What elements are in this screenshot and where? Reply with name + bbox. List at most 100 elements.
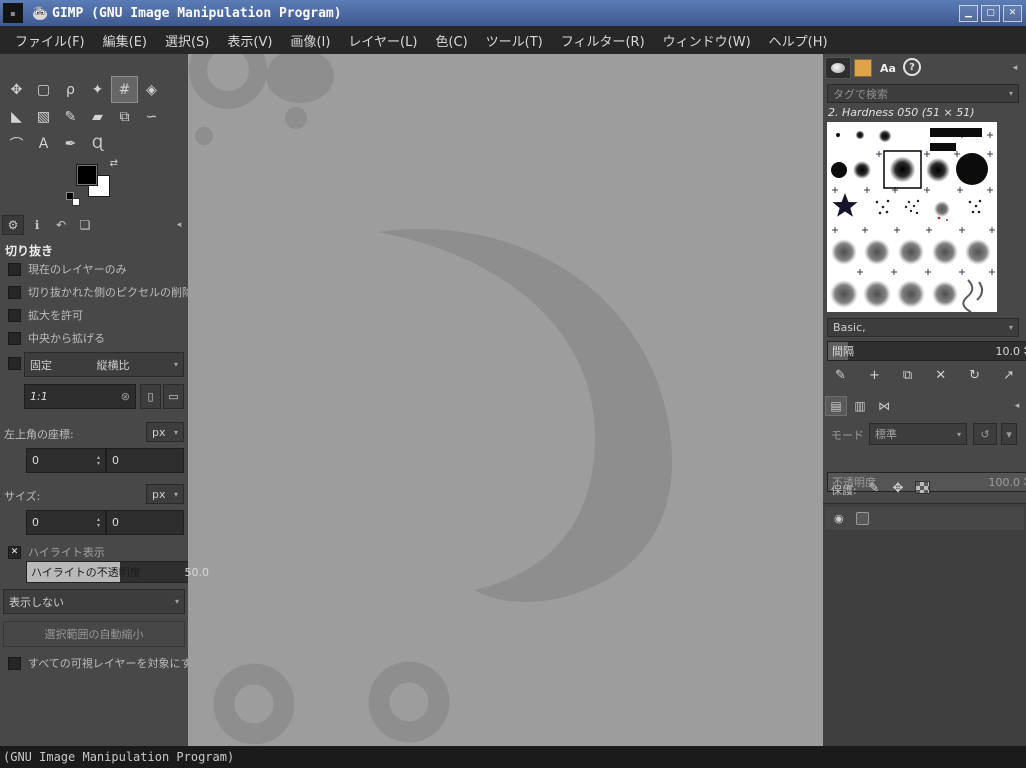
tool-free-select[interactable]: ρ [57,76,84,103]
refresh-brushes-button[interactable]: ↻ [969,368,980,383]
help-tab[interactable]: ? [903,58,921,76]
option-expand-from-center[interactable]: 中央から拡げる [0,329,188,347]
minimize-button[interactable]: ▁ [959,4,978,22]
layer-opacity-slider[interactable]: 不透明度 100.0 ▴▾ [827,472,1026,492]
checkbox-checked[interactable]: ✕ [8,545,21,559]
layer-row[interactable]: ◉ [825,507,1024,530]
tab-channels[interactable]: ▥ [849,396,871,416]
size-unit-combo[interactable]: px ▾ [146,484,184,504]
menu-colors[interactable]: 色(C) [426,31,476,50]
configure-tab-button[interactable]: ◂ [172,217,186,233]
position-y-input[interactable]: 0 [106,448,184,473]
checkbox[interactable] [8,285,21,299]
position-unit-combo[interactable]: px ▾ [146,422,184,442]
tool-ink[interactable]: ✒ [57,130,84,157]
brushes-tab[interactable] [825,57,851,79]
aspect-ratio-input[interactable]: 1:1 ⊗ [24,384,136,409]
foreground-color-swatch[interactable] [76,164,98,186]
tool-clone[interactable]: ⧉ [111,103,138,130]
option-current-layer-only[interactable]: 現在のレイヤーのみ [0,260,188,278]
auto-shrink-button[interactable]: 選択範囲の自動縮小 [3,621,185,647]
tool-unified-transform[interactable]: ◈ [138,76,165,103]
brushes-configure-button[interactable]: ◂ [1008,60,1022,76]
fixed-checkbox[interactable] [8,357,21,370]
tool-rectangle-select[interactable]: ▢ [30,76,57,103]
layers-configure-button[interactable]: ◂ [1010,398,1024,414]
brush-grid[interactable] [827,122,997,313]
brush-tag-search[interactable]: タグで検索 ▾ [827,84,1019,103]
menu-view[interactable]: 表示(V) [218,31,281,50]
landscape-orientation-button[interactable]: ▭ [163,384,184,409]
fixed-aspect-combo[interactable]: 固定 縦横比 ▾ [24,352,184,377]
tab-images[interactable]: ❏ [74,215,96,235]
menu-windows[interactable]: ウィンドウ(W) [654,31,760,50]
duplicate-brush-button[interactable]: ⧉ [903,368,912,383]
mode-switch-button[interactable]: ↺ [973,423,997,445]
menu-tools[interactable]: ツール(T) [477,31,552,50]
color-area[interactable]: ⇄ [66,158,118,206]
tab-layers[interactable]: ▤ [825,396,847,416]
close-button[interactable]: ✕ [1003,4,1022,22]
menu-edit[interactable]: 編集(E) [94,31,156,50]
position-x-input[interactable]: 0 ▴ ▾ [26,448,106,473]
open-brush-as-image-button[interactable]: ↗ [1003,368,1014,383]
checkbox[interactable] [8,262,21,276]
eye-icon[interactable]: ◉ [834,512,844,525]
tab-tool-options[interactable]: ⚙ [2,215,24,235]
canvas[interactable] [188,54,823,746]
option-highlight[interactable]: ✕ ハイライト表示 [0,543,188,561]
layer-mode-combo[interactable]: 標準 ▾ [869,423,967,445]
tool-smudge[interactable]: ∽ [138,103,165,130]
tool-bucket-fill[interactable]: ◣ [3,103,30,130]
swap-colors-icon[interactable]: ⇄ [110,158,118,169]
tool-gradient[interactable]: ▧ [30,103,57,130]
tool-paths[interactable]: ⌒ [3,130,30,157]
brush-spacing-slider[interactable]: 間隔 10.0 ▴▾ [827,341,1026,361]
window-menu-button[interactable]: ▪ [3,3,23,23]
portrait-orientation-button[interactable]: ▯ [140,384,161,409]
tab-device-status[interactable]: ℹ [26,215,48,235]
layers-list[interactable]: ◉ [823,503,1026,746]
guides-combo[interactable]: 表示しない ▾ [3,589,185,614]
patterns-tab[interactable] [854,59,872,77]
size-width-input[interactable]: 0 ▴ ▾ [26,510,106,535]
checkbox[interactable] [8,331,21,345]
tab-paths[interactable]: ⋈ [873,396,895,416]
default-colors-icon[interactable] [66,192,80,206]
menu-image[interactable]: 画像(I) [281,31,339,50]
chain-icon[interactable] [855,512,869,525]
new-brush-button[interactable]: + [869,368,880,383]
menu-file[interactable]: ファイル(F) [6,31,94,50]
option-shrink-merged[interactable]: すべての可視レイヤーを対象にす [0,654,188,672]
mode-menu-button[interactable]: ▾ [1001,423,1017,445]
tab-undo-history[interactable]: ↶ [50,215,72,235]
spinner-arrows[interactable]: ▴▾ [97,454,100,467]
checkbox[interactable] [8,308,21,322]
spinner-arrows[interactable]: ▴▾ [97,516,100,529]
tool-pencil[interactable]: ✎ [57,103,84,130]
brush-group-combo[interactable]: Basic, ▾ [827,318,1019,337]
fonts-icon: Aa [880,61,896,75]
maximize-button[interactable]: ▢ [981,4,1000,22]
tool-text[interactable]: A [30,130,57,157]
option-delete-cropped-pixels[interactable]: 切り抜かれた側のピクセルの削除 [0,283,188,301]
menu-layer[interactable]: レイヤー(L) [339,31,426,50]
tool-crop[interactable]: # [111,76,138,103]
tool-fuzzy-select[interactable]: ✦ [84,76,111,103]
menu-select[interactable]: 選択(S) [156,31,218,50]
menu-filters[interactable]: フィルター(R) [552,31,654,50]
tool-move[interactable]: ✥ [3,76,30,103]
fonts-tab[interactable]: Aa [876,58,900,78]
highlight-opacity-slider[interactable]: ハイライトの不透明度 50.0 [26,561,214,583]
tool-eraser[interactable]: ▰ [84,103,111,130]
delete-brush-button[interactable]: ✕ [935,368,946,383]
checkbox[interactable] [8,656,21,670]
menu-help[interactable]: ヘルプ(H) [760,31,837,50]
chevron-down-icon: ▾ [174,597,179,606]
tool-zoom[interactable]: Ɋ [84,130,111,157]
size-height-input[interactable]: 0 [106,510,184,535]
edit-brush-button[interactable]: ✎ [835,368,846,383]
clear-icon[interactable]: ⊗ [121,390,130,403]
titlebar[interactable]: ▪ GIMP (GNU Image Manipulation Program) … [0,0,1026,26]
option-allow-growing[interactable]: 拡大を許可 [0,306,188,324]
